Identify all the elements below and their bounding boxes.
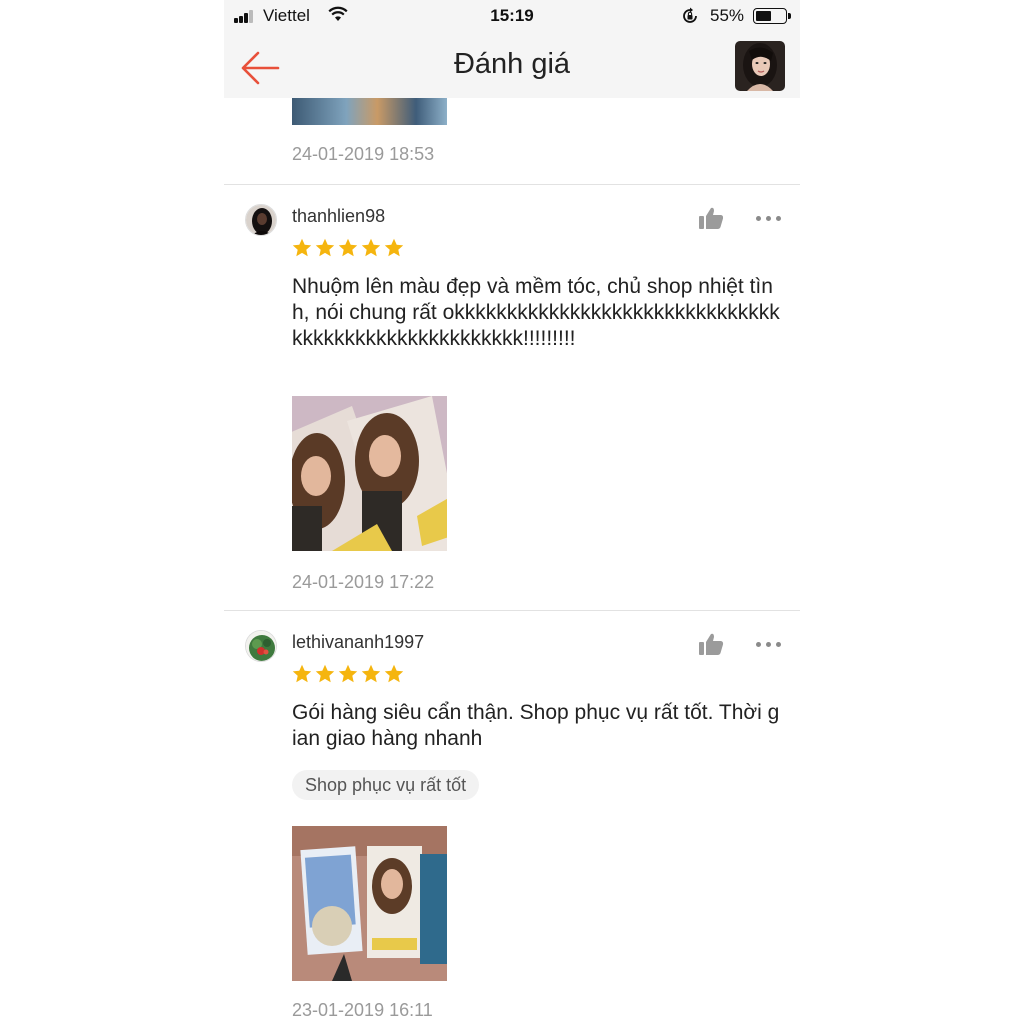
review-date: 24-01-2019 18:53	[292, 144, 435, 164]
review-username: lethivananh1997	[292, 632, 425, 652]
review-date: 24-01-2019 17:22	[292, 572, 435, 592]
avatar[interactable]	[245, 204, 277, 236]
battery-icon	[753, 8, 791, 24]
review-photo[interactable]	[292, 396, 447, 551]
page-title: Đánh giá	[453, 48, 571, 80]
phone-screen: Viettel 15:19 55% Đánh giá 24-01-2019 18…	[224, 0, 800, 1024]
star-icon	[361, 238, 381, 257]
review-text: Gói hàng siêu cẩn thận. Shop phục vụ rất…	[292, 701, 780, 750]
header-bar: Đánh giá	[224, 34, 800, 98]
star-icon	[338, 238, 358, 257]
review-tag[interactable]: Shop phục vụ rất tốt	[292, 770, 480, 800]
divider	[224, 184, 800, 185]
more-options-icon[interactable]	[756, 216, 782, 222]
star-icon	[384, 238, 404, 257]
review-photo[interactable]	[292, 98, 447, 125]
review-date: 23-01-2019 16:11	[292, 1000, 433, 1020]
review-photo[interactable]	[292, 826, 447, 981]
star-icon	[338, 664, 358, 683]
more-options-icon[interactable]	[756, 642, 782, 648]
review-username: thanhlien98	[292, 206, 386, 226]
star-icon	[315, 664, 335, 683]
rotation-lock-icon	[683, 7, 697, 23]
divider	[224, 610, 800, 611]
star-icon	[315, 238, 335, 257]
review-list: 24-01-2019 18:53 thanhlien98 Nhuộm lên m…	[224, 98, 800, 1024]
thumbs-up-icon[interactable]	[698, 632, 724, 656]
star-icon	[361, 664, 381, 683]
star-icon	[384, 664, 404, 683]
thumbs-up-icon[interactable]	[698, 206, 724, 230]
battery-percent: 55%	[710, 6, 745, 25]
status-bar: Viettel 15:19 55%	[224, 0, 800, 34]
battery-level-fill	[756, 11, 771, 21]
review-text: Nhuộm lên màu đẹp và mềm tóc, chủ shop n…	[292, 275, 780, 350]
star-icon	[292, 664, 312, 683]
avatar[interactable]	[245, 630, 277, 662]
star-icon	[292, 238, 312, 257]
shop-avatar[interactable]	[735, 41, 785, 91]
